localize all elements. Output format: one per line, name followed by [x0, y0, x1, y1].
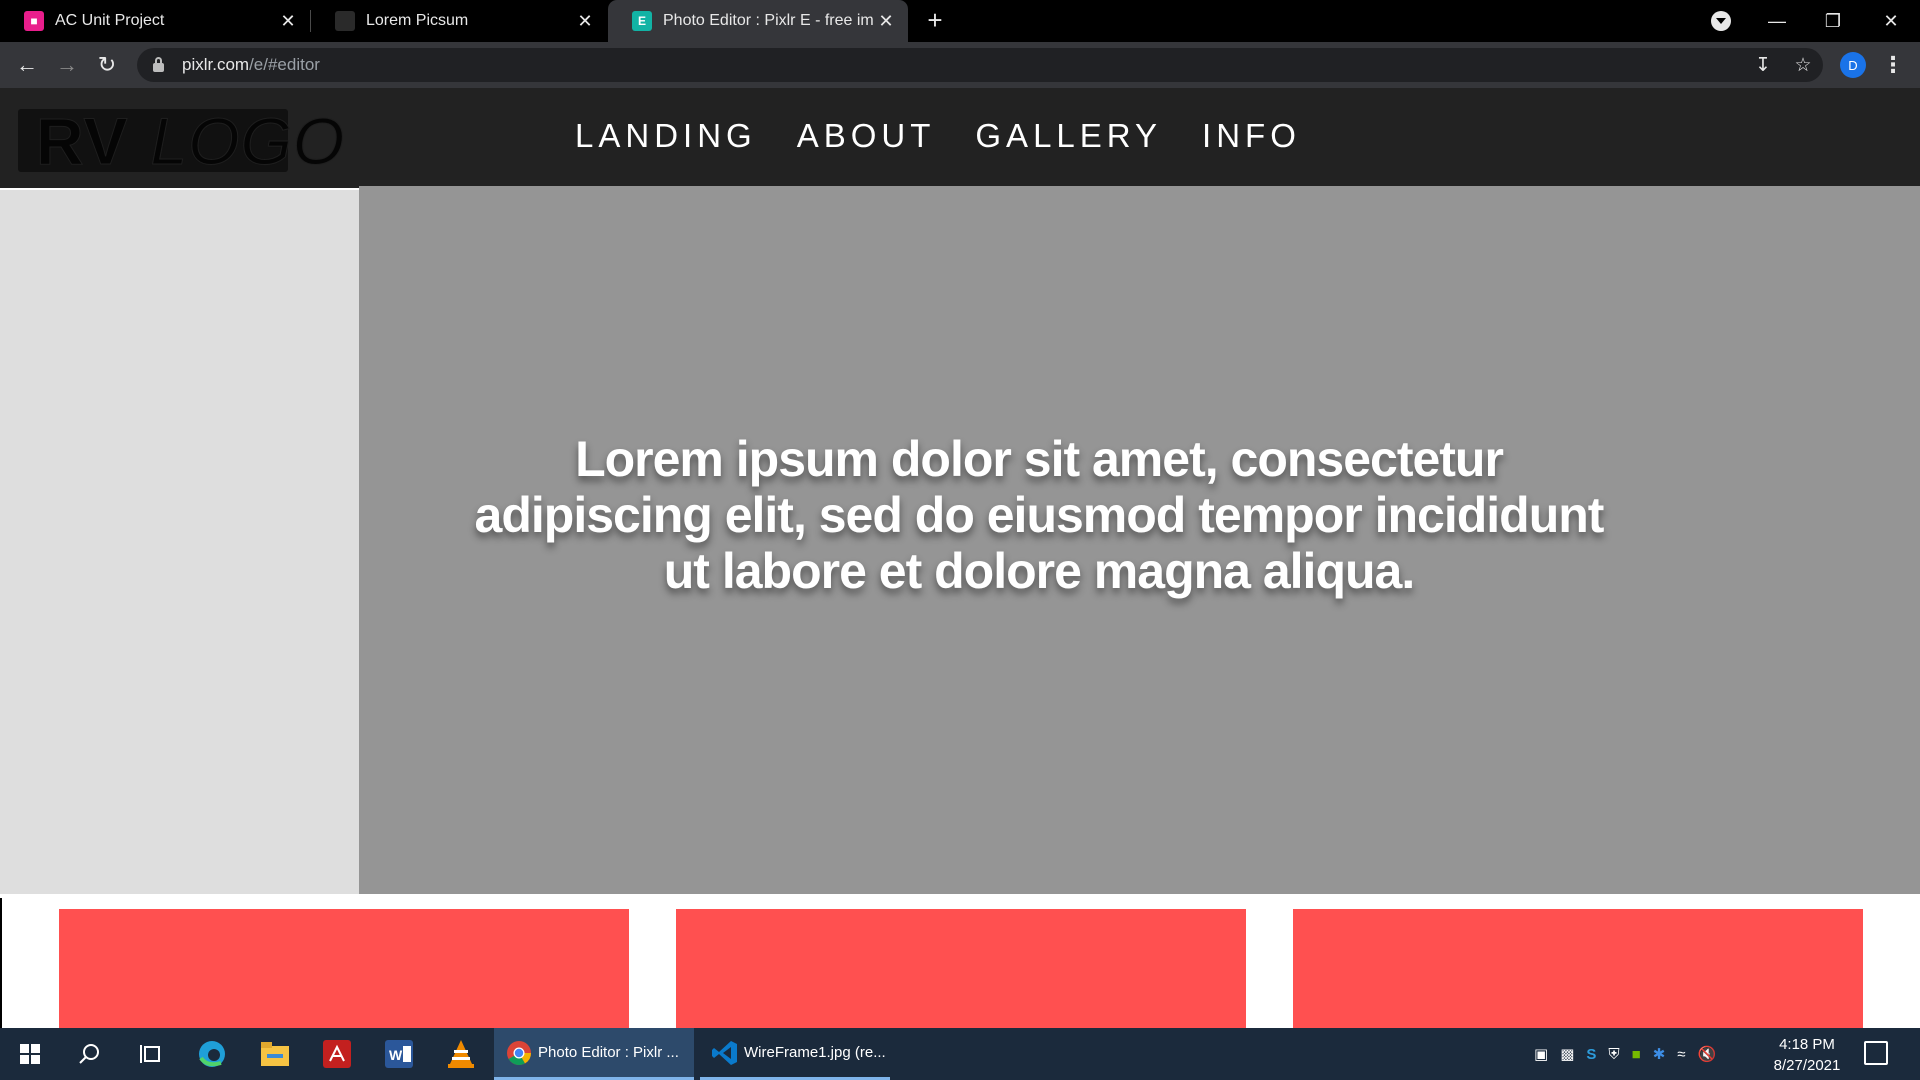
ac-unit-project-favicon-icon: ■: [24, 11, 44, 31]
notification-center-icon[interactable]: [1864, 1041, 1888, 1065]
tab-title: AC Unit Project: [55, 12, 165, 29]
back-arrow-icon[interactable]: ←: [11, 49, 43, 81]
page-viewport: RV LOGO LANDING ABOUT GALLERY INFO Lorem…: [0, 88, 1920, 1028]
wifi-icon[interactable]: ≈: [1677, 1046, 1685, 1063]
tab-photo-editor[interactable]: E Photo Editor : Pixlr E - free image ✕: [608, 0, 908, 42]
reload-icon[interactable]: ↻: [91, 49, 123, 81]
vlc-icon[interactable]: [433, 1028, 489, 1080]
card-row: [0, 898, 1920, 1028]
nav-gallery[interactable]: GALLERY: [975, 116, 1162, 156]
edge-icon[interactable]: [184, 1028, 240, 1080]
tab-title: Lorem Picsum: [366, 12, 469, 29]
taskbar-app-chrome[interactable]: Photo Editor : Pixlr ...: [494, 1028, 694, 1080]
address-bar[interactable]: pixlr.com/e/#editor ↧ ☆: [137, 48, 1823, 82]
forward-arrow-icon[interactable]: →: [51, 49, 83, 81]
new-tab-plus-icon[interactable]: +: [922, 7, 948, 34]
nav-info[interactable]: INFO: [1202, 116, 1301, 156]
nav-landing[interactable]: LANDING: [575, 116, 757, 156]
logo-letters: RV: [36, 103, 129, 178]
bookmark-star-icon[interactable]: ☆: [1789, 51, 1817, 79]
close-tab-icon[interactable]: ✕: [276, 9, 300, 33]
close-tab-icon[interactable]: ✕: [874, 9, 898, 33]
taskbar-app-label: Photo Editor : Pixlr ...: [538, 1044, 679, 1061]
side-panel: [0, 190, 359, 894]
lorem-picsum-favicon-icon: [335, 11, 355, 31]
browser-toolbar: ← → ↻ pixlr.com/e/#editor ↧ ☆ D ⋮: [0, 42, 1920, 88]
tab-ac-unit-project[interactable]: ■ AC Unit Project ✕: [0, 0, 310, 42]
svg-text:W: W: [389, 1047, 403, 1063]
taskbar-app-label: WireFrame1.jpg (re...: [744, 1044, 886, 1061]
word-icon[interactable]: W: [371, 1028, 427, 1080]
nav-about[interactable]: ABOUT: [797, 116, 936, 156]
url-text: pixlr.com/e/#editor: [182, 55, 320, 75]
task-view-icon[interactable]: [122, 1028, 178, 1080]
windows-start-icon[interactable]: [2, 1028, 58, 1080]
tab-title: Photo Editor : Pixlr E - free image: [663, 12, 874, 29]
hero-text: Lorem ipsum dolor sit amet, consectetur …: [474, 431, 1605, 599]
tab-strip: ■ AC Unit Project ✕ Lorem Picsum ✕ E Pho…: [0, 0, 1920, 42]
clock-date: 8/27/2021: [1773, 1057, 1841, 1074]
pixlr-favicon-icon: E: [632, 11, 652, 31]
lock-icon[interactable]: [153, 57, 164, 72]
minimize-icon[interactable]: —: [1752, 0, 1802, 42]
file-explorer-icon[interactable]: [247, 1028, 303, 1080]
monitor-icon[interactable]: ▣: [1534, 1045, 1548, 1063]
card-1[interactable]: [59, 909, 629, 1028]
profile-avatar[interactable]: D: [1840, 52, 1866, 78]
sync-s-icon[interactable]: S: [1586, 1046, 1596, 1063]
close-tab-icon[interactable]: ✕: [573, 9, 597, 33]
taskbar-app-vscode[interactable]: WireFrame1.jpg (re...: [700, 1028, 890, 1080]
network-devices-icon[interactable]: ▩: [1560, 1045, 1574, 1063]
windows-taskbar: W Photo Editor : Pixlr ... WireFrame1.jp…: [0, 1028, 1920, 1080]
browser-menu-icon[interactable]: ⋮: [1880, 50, 1906, 80]
restore-icon[interactable]: ❐: [1808, 0, 1858, 42]
card-3[interactable]: [1293, 909, 1863, 1028]
vscode-icon: [712, 1040, 737, 1065]
speaker-muted-icon[interactable]: 🔇: [1698, 1045, 1717, 1063]
security-shield-icon[interactable]: ⛨: [1608, 1046, 1619, 1063]
taskbar-clock[interactable]: 4:18 PM 8/27/2021: [1762, 1034, 1852, 1076]
close-window-icon[interactable]: ✕: [1866, 0, 1916, 42]
tab-search-dropdown-icon[interactable]: [1711, 11, 1731, 31]
url-host: pixlr.com: [182, 55, 250, 74]
system-tray: ▣ ▩ S ⛨ ■ ✱ ≈ 🔇: [1534, 1028, 1716, 1080]
site-header: RV LOGO LANDING ABOUT GALLERY INFO: [0, 88, 1920, 188]
chrome-icon: [507, 1040, 531, 1065]
card-2[interactable]: [676, 909, 1246, 1028]
main-nav: LANDING ABOUT GALLERY INFO: [575, 116, 1341, 156]
install-app-icon[interactable]: ↧: [1749, 51, 1777, 79]
logo-word: LOGO: [150, 103, 346, 178]
bluetooth-icon[interactable]: ✱: [1653, 1045, 1666, 1063]
site-logo[interactable]: RV LOGO: [18, 103, 345, 178]
clock-time: 4:18 PM: [1779, 1036, 1835, 1053]
url-path: /e/#editor: [249, 55, 320, 74]
acrobat-icon[interactable]: [309, 1028, 365, 1080]
nvidia-icon[interactable]: ■: [1632, 1046, 1641, 1063]
hero-section: Lorem ipsum dolor sit amet, consectetur …: [359, 186, 1920, 894]
tab-lorem-picsum[interactable]: Lorem Picsum ✕: [311, 0, 607, 42]
search-icon[interactable]: [62, 1028, 118, 1080]
